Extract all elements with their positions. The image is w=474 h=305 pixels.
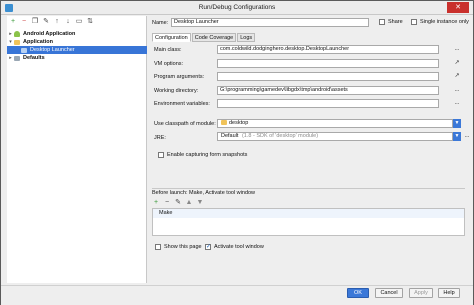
capture-snapshots-checkbox[interactable] — [158, 152, 164, 158]
main-class-field[interactable]: com.coldwild.dodginghero.desktop.Desktop… — [217, 45, 439, 54]
chevron-down-icon[interactable]: ▼ — [453, 119, 461, 128]
config-tabs: Configuration Code Coverage Logs — [152, 33, 256, 42]
browse-working-directory-button[interactable]: ... — [453, 87, 461, 95]
tab-code-coverage[interactable]: Code Coverage — [191, 33, 237, 42]
make-task-label: Make — [159, 210, 173, 216]
configuration-tree-panel: + − ❐ ✎ ↑ ↓ ▭ ⇅ ▸ Android Application ▾ … — [7, 16, 147, 283]
working-directory-field[interactable]: G:\programming\gamedev\libgdx\tmp\androi… — [217, 86, 439, 95]
expand-vm-options-icon[interactable]: ↗ — [453, 60, 461, 68]
move-up-icon[interactable]: ↑ — [53, 18, 61, 26]
tree-item-label: Defaults — [23, 55, 45, 61]
tree-toolbar: + − ❐ ✎ ↑ ↓ ▭ ⇅ — [9, 18, 94, 28]
expand-program-arguments-icon[interactable]: ↗ — [453, 73, 461, 81]
jre-hint: (1.8 - SDK of 'desktop' module) — [241, 133, 319, 139]
sort-icon[interactable]: ⇅ — [86, 18, 94, 26]
vm-options-label: VM options: — [154, 61, 184, 67]
program-arguments-field[interactable] — [217, 72, 439, 81]
move-down-icon[interactable]: ▼ — [196, 199, 204, 207]
expand-arrow-icon[interactable]: ▸ — [7, 54, 14, 62]
jre-label: JRE: — [154, 135, 166, 141]
tab-logs[interactable]: Logs — [237, 33, 256, 42]
capture-snapshots-label: Enable capturing form snapshots — [167, 152, 248, 158]
move-up-icon[interactable]: ▲ — [185, 199, 193, 207]
main-class-label: Main class: — [154, 47, 182, 53]
configuration-tree: ▸ Android Application ▾ Application Desk… — [7, 30, 147, 62]
tree-item-defaults[interactable]: ▸ Defaults — [7, 54, 147, 62]
title-bar[interactable]: Run/Debug Configurations ✕ — [1, 1, 473, 15]
classpath-module-select[interactable]: desktop — [217, 119, 453, 128]
collapse-arrow-icon[interactable]: ▾ — [7, 38, 14, 46]
tree-item-label: Android Application — [23, 31, 76, 37]
cancel-button[interactable]: Cancel — [375, 288, 403, 298]
environment-variables-field[interactable] — [217, 99, 439, 108]
show-page-checkbox[interactable] — [155, 244, 161, 250]
environment-variables-label: Environment variables: — [154, 101, 210, 107]
list-item[interactable]: Make — [153, 209, 464, 218]
edit-icon[interactable]: ✎ — [174, 199, 182, 207]
working-directory-label: Working directory: — [154, 88, 199, 94]
tree-item-android-application[interactable]: ▸ Android Application — [7, 30, 147, 38]
browse-main-class-button[interactable]: ... — [453, 46, 461, 54]
folder-icon[interactable]: ▭ — [75, 18, 83, 26]
tree-item-label: Application — [23, 39, 53, 45]
settings-icon[interactable]: ✎ — [42, 18, 50, 26]
tree-item-application[interactable]: ▾ Application — [7, 38, 147, 46]
chevron-down-icon[interactable]: ▼ — [453, 132, 461, 141]
module-folder-icon — [221, 120, 227, 126]
remove-icon[interactable]: − — [163, 199, 171, 207]
vm-options-field[interactable] — [217, 59, 439, 68]
before-launch-list: Make — [152, 208, 465, 236]
copy-icon[interactable]: ❐ — [31, 18, 39, 26]
share-label: Share — [388, 19, 403, 25]
activate-tool-window-checkbox[interactable] — [205, 243, 211, 250]
android-icon — [14, 31, 20, 37]
name-field[interactable]: Desktop Launcher — [171, 18, 369, 27]
ok-button[interactable]: OK — [347, 288, 369, 298]
jre-select[interactable]: Default (1.8 - SDK of 'desktop' module) — [217, 132, 453, 141]
expand-arrow-icon[interactable]: ▸ — [7, 30, 14, 38]
show-page-label: Show this page — [164, 244, 202, 250]
browse-jre-button[interactable]: ... — [463, 133, 471, 141]
classpath-module-label: Use classpath of module: — [154, 121, 216, 127]
program-arguments-label: Program arguments: — [154, 74, 205, 80]
close-window-button[interactable]: ✕ — [447, 2, 469, 13]
add-icon[interactable]: + — [152, 199, 160, 207]
jre-value: Default — [221, 133, 239, 139]
run-debug-dialog: Run/Debug Configurations ✕ + − ❐ ✎ ↑ ↓ ▭… — [0, 0, 474, 305]
help-button[interactable]: Help — [438, 288, 460, 298]
name-label: Name: — [152, 20, 169, 26]
add-icon[interactable]: + — [9, 18, 17, 26]
tree-item-label: Desktop Launcher — [30, 47, 75, 53]
tab-configuration[interactable]: Configuration — [152, 33, 191, 42]
before-launch-toolbar: + − ✎ ▲ ▼ — [152, 199, 204, 207]
apply-button[interactable]: Apply — [409, 288, 433, 298]
classpath-module-value: desktop — [229, 120, 249, 126]
single-instance-label: Single instance only — [420, 19, 469, 25]
share-checkbox[interactable] — [379, 19, 385, 25]
tree-item-desktop-launcher[interactable]: Desktop Launcher — [7, 46, 147, 54]
configuration-icon — [21, 47, 27, 53]
window-title: Run/Debug Configurations — [198, 4, 276, 11]
single-instance-checkbox[interactable] — [411, 19, 417, 25]
activate-tool-window-label: Activate tool window — [214, 244, 264, 250]
defaults-icon — [14, 55, 20, 61]
before-launch-title[interactable]: Before launch: Make, Activate tool windo… — [152, 190, 255, 196]
application-icon — [14, 39, 20, 45]
remove-icon[interactable]: − — [20, 18, 28, 26]
move-down-icon[interactable]: ↓ — [64, 18, 72, 26]
before-launch-separator — [152, 188, 465, 189]
edit-environment-variables-button[interactable]: ... — [453, 100, 461, 108]
